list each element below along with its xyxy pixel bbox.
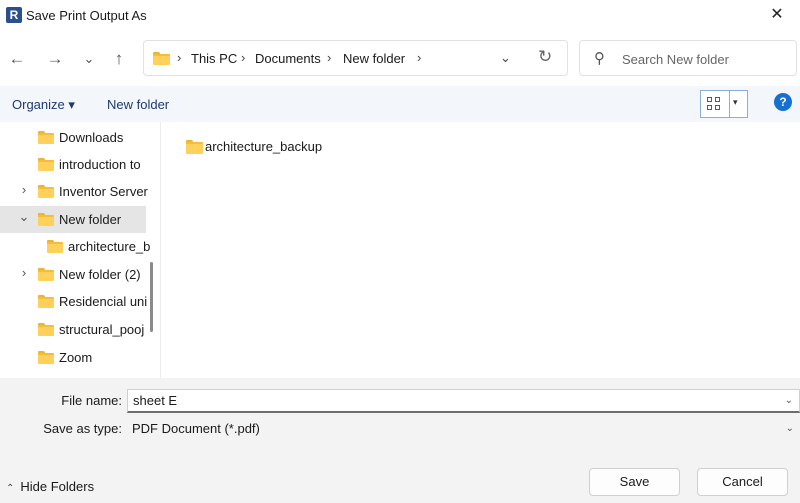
folder-icon [38, 295, 54, 308]
command-bar: Organize ▾ New folder ▾ ? [0, 86, 800, 122]
new-folder-button[interactable]: New folder [107, 97, 169, 112]
sidebar-item-label: introduction to [59, 157, 141, 172]
sidebar-item-label: New folder (2) [59, 267, 141, 282]
folder-icon [38, 323, 54, 336]
search-icon: ⚲ [594, 50, 605, 67]
folder-icon [38, 268, 54, 281]
folder-icon [186, 140, 203, 154]
sidebar-item-inventor-server[interactable]: › Inventor Server [0, 178, 148, 205]
cancel-button[interactable]: Cancel [697, 468, 788, 496]
folder-icon [38, 158, 54, 171]
file-name-dropdown-chevron-icon[interactable]: ⌄ [785, 395, 793, 406]
window-title: Save Print Output As [26, 8, 147, 23]
close-button[interactable]: ✕ [754, 0, 800, 30]
view-options-dropdown-icon[interactable]: ▾ [733, 97, 738, 108]
folder-icon [38, 131, 54, 144]
sidebar-item-residencial-uni[interactable]: Residencial uni [0, 288, 148, 315]
up-arrow-icon[interactable]: ↑ [108, 48, 130, 70]
back-arrow-icon[interactable]: ← [6, 48, 28, 70]
save-as-type-value: PDF Document (*.pdf) [132, 421, 260, 436]
sidebar-item-introduction-to[interactable]: introduction to [0, 151, 146, 178]
breadcrumb-documents[interactable]: Documents [255, 51, 321, 66]
file-list[interactable]: architecture_backup [162, 122, 800, 378]
breadcrumb-new-folder[interactable]: New folder [343, 51, 405, 66]
list-item-label: architecture_backup [205, 139, 323, 154]
save-button[interactable]: Save [589, 468, 680, 496]
navigation-scrollbar[interactable] [150, 262, 153, 332]
search-input[interactable] [622, 50, 792, 68]
breadcrumb-this-pc[interactable]: This PC [191, 51, 237, 66]
folder-icon [38, 185, 54, 198]
sidebar-item-structural-pooj[interactable]: structural_pooj [0, 316, 146, 343]
sidebar-item-label: New folder [59, 212, 122, 227]
sidebar-item-zoom[interactable]: Zoom [0, 344, 146, 371]
sidebar-item-label: Downloads [59, 130, 124, 145]
sidebar-item-architecture-backup[interactable]: architecture_b [0, 233, 150, 260]
breadcrumb-separator[interactable]: › [417, 50, 421, 65]
save-fields: File name: ⌄ Save as type: PDF Document … [0, 378, 800, 440]
folder-icon [47, 240, 63, 253]
file-name-input[interactable] [133, 393, 773, 408]
grid-view-icon [707, 97, 721, 111]
revit-app-icon: R [6, 7, 22, 23]
sidebar-item-label: structural_pooj [59, 322, 145, 337]
refresh-icon[interactable]: ↻ [538, 47, 552, 67]
save-as-type-chevron-icon[interactable]: ⌄ [786, 423, 794, 434]
address-bar[interactable]: › This PC › Documents › New folder › ⌄ ↻ [143, 40, 568, 76]
address-dropdown-chevron-icon[interactable]: ⌄ [500, 50, 511, 66]
sidebar-item-label: Residencial uni [59, 294, 148, 309]
search-box[interactable]: ⚲ [579, 40, 797, 76]
expand-chevron-icon[interactable]: › [18, 265, 30, 280]
recent-locations-chevron-icon[interactable]: ⌄ [78, 48, 100, 70]
file-name-label: File name: [61, 393, 122, 408]
file-name-field[interactable]: ⌄ [127, 389, 800, 413]
sidebar-item-label: architecture_b [68, 239, 151, 254]
breadcrumb-separator: › [177, 50, 182, 65]
breadcrumb-separator[interactable]: › [327, 50, 331, 65]
help-icon[interactable]: ? [774, 93, 792, 111]
navigation-pane[interactable]: Downloads introduction to › Inventor Ser… [0, 122, 161, 378]
organize-menu[interactable]: Organize ▾ [12, 97, 75, 113]
hide-folders-label: Hide Folders [20, 479, 95, 494]
sidebar-item-new-folder[interactable]: ⌄ New folder [0, 206, 146, 233]
sidebar-item-label: Inventor Server [59, 184, 148, 199]
change-view-button[interactable]: ▾ [700, 90, 748, 118]
folder-icon [153, 52, 170, 65]
divider [729, 91, 730, 117]
folder-icon [38, 351, 54, 364]
folder-icon [38, 213, 54, 226]
title-bar: R Save Print Output As ✕ [0, 0, 800, 30]
sidebar-item-downloads[interactable]: Downloads [0, 124, 146, 151]
save-as-type-label: Save as type: [43, 421, 122, 436]
save-as-type-select[interactable]: PDF Document (*.pdf) ⌄ [127, 418, 800, 440]
expand-chevron-icon[interactable]: › [18, 182, 30, 197]
dialog-footer: ⌃ Hide Folders Save Cancel [0, 440, 800, 503]
hide-folders-toggle[interactable]: ⌃ Hide Folders [6, 479, 94, 494]
breadcrumb-separator[interactable]: › [241, 50, 245, 65]
forward-arrow-icon[interactable]: → [44, 48, 66, 70]
sidebar-item-label: Zoom [59, 350, 93, 365]
sidebar-item-new-folder-2[interactable]: › New folder (2) [0, 261, 146, 288]
chevron-up-icon: ⌃ [6, 483, 15, 494]
collapse-chevron-icon[interactable]: ⌄ [18, 209, 30, 225]
